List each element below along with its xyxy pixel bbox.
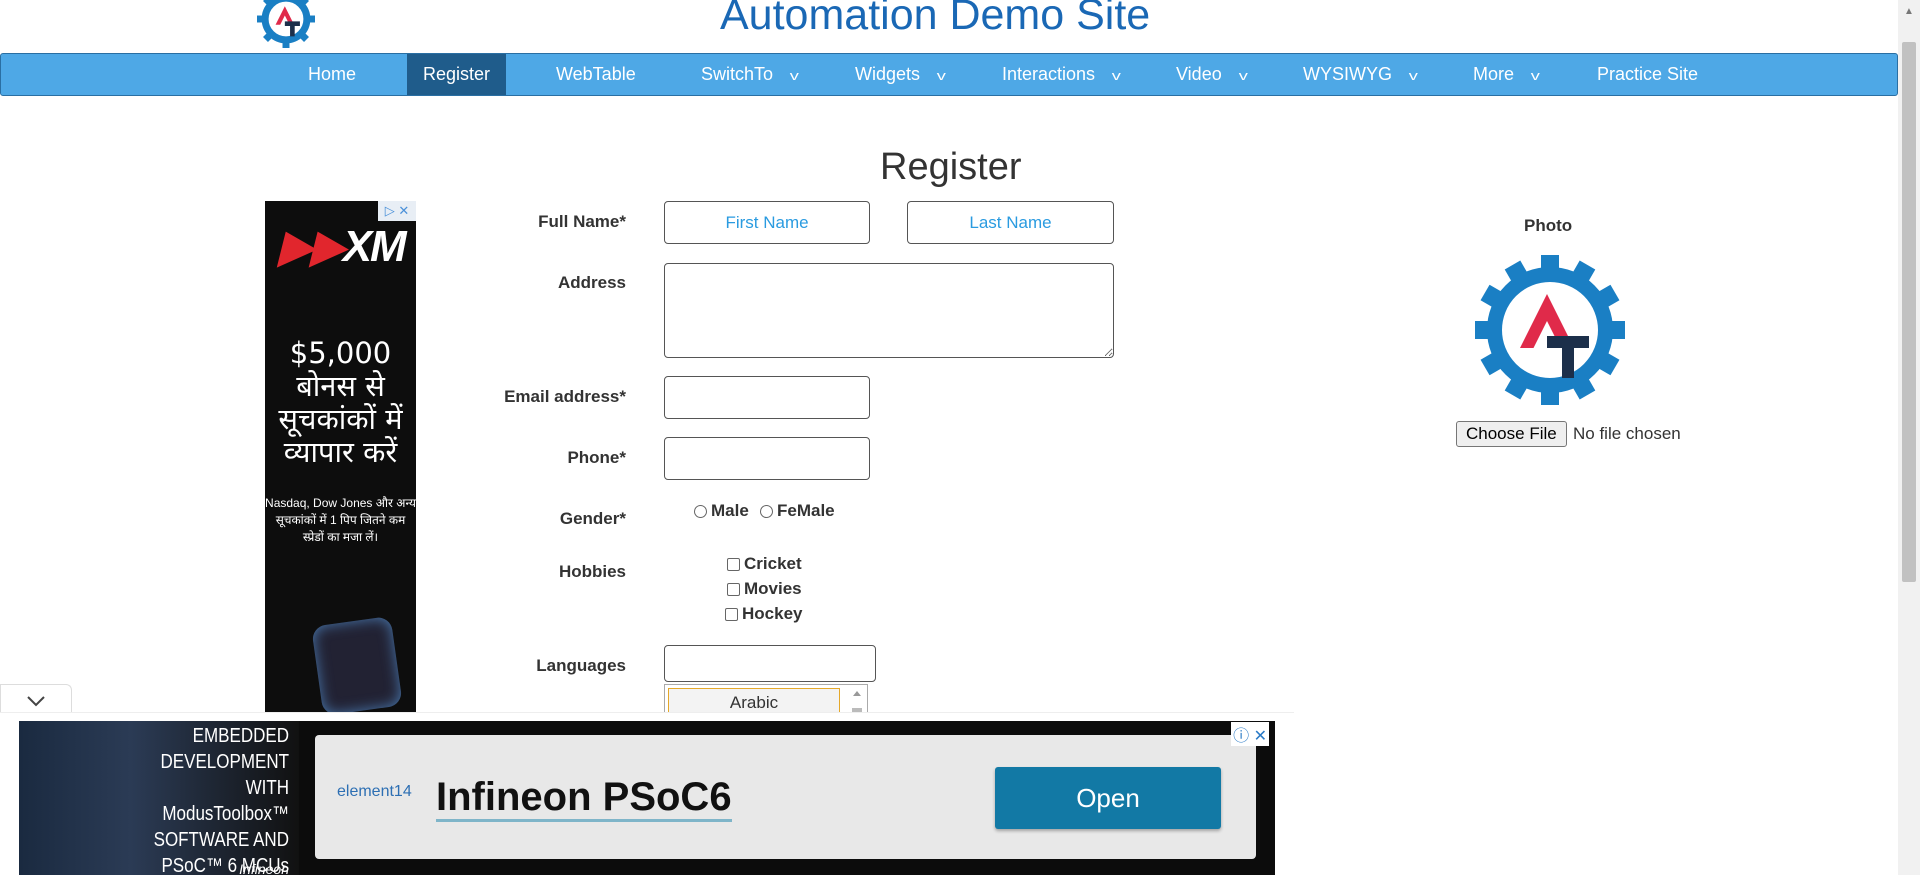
nav-widgets[interactable]: Widgets v	[855, 54, 946, 95]
ad-open-button[interactable]: Open	[995, 767, 1221, 829]
nav-switchto[interactable]: SwitchTo v	[701, 54, 799, 95]
scroll-up-icon[interactable]: ▲	[1904, 6, 1914, 17]
radio-icon[interactable]	[694, 505, 707, 518]
checkbox-icon[interactable]	[727, 583, 740, 596]
ad-headline: $5,000 बोनस से सूचकांकों में व्यापार करे…	[278, 336, 403, 469]
phone-label: Phone*	[567, 448, 626, 467]
page-scrollbar[interactable]: ▲	[1898, 0, 1920, 875]
languages-label: Languages	[536, 656, 626, 675]
ad-collapse-toggle[interactable]	[0, 684, 72, 714]
ad-body-text: Nasdaq, Dow Jones और अन्य सूचकांकों में …	[265, 496, 416, 544]
photo-label: Photo	[1524, 216, 1573, 235]
ad-info-close-icon[interactable]: ⓘ ✕	[1231, 722, 1269, 746]
hobbies-label: Hobbies	[558, 562, 626, 581]
chevron-down-icon: v	[1530, 68, 1540, 83]
ad-dice-image	[311, 615, 403, 716]
nav-webtable[interactable]: WebTable	[556, 54, 636, 95]
chevron-down-icon	[27, 696, 45, 707]
hobby-hockey-option[interactable]: Hockey	[725, 604, 802, 624]
radio-icon[interactable]	[760, 505, 773, 518]
chevron-down-icon: v	[789, 68, 799, 83]
photo-preview-logo	[1475, 255, 1625, 405]
nav-interactions[interactable]: Interactions v	[1002, 54, 1121, 95]
nav-practice-site[interactable]: Practice Site	[1597, 54, 1698, 95]
site-logo	[257, 0, 315, 48]
email-input[interactable]	[664, 376, 870, 419]
left-ad-banner[interactable]: ▷ ✕ ▶▶XM $5,000 बोनस से सूचकांकों में व्…	[265, 201, 416, 716]
email-label: Email address*	[504, 387, 626, 406]
nav-home[interactable]: Home	[308, 54, 356, 95]
nav-video[interactable]: Video v	[1176, 54, 1248, 95]
page-title: Register	[880, 146, 1022, 188]
file-status-text: No file chosen	[1573, 424, 1681, 443]
gender-female-option[interactable]: FeMale	[760, 501, 835, 521]
ad-headline[interactable]: Infineon PSoC6	[436, 775, 732, 822]
last-name-input[interactable]	[907, 201, 1114, 244]
nav-more[interactable]: More v	[1473, 54, 1540, 95]
full-name-label: Full Name*	[538, 212, 626, 231]
ad-brand-logo: ▶▶XM	[279, 222, 407, 271]
address-textarea[interactable]	[664, 263, 1114, 358]
chevron-down-icon: v	[936, 68, 946, 83]
site-title: Automation Demo Site	[720, 0, 1151, 39]
scrollbar-thumb[interactable]	[1902, 42, 1916, 582]
choose-file-button[interactable]: Choose File	[1456, 421, 1567, 447]
ad-image-text: EMBEDDED DEVELOPMENT WITH ModusToolbox™ …	[153, 725, 289, 875]
ad-image: EMBEDDED DEVELOPMENT WITH ModusToolbox™ …	[19, 721, 299, 875]
checkbox-icon[interactable]	[727, 558, 740, 571]
phone-input[interactable]	[664, 437, 870, 480]
nav-wysiwyg[interactable]: WYSIWYG v	[1303, 54, 1418, 95]
nav-register[interactable]: Register	[407, 54, 507, 95]
hobby-cricket-option[interactable]: Cricket	[727, 554, 802, 574]
chevron-down-icon: v	[1111, 68, 1121, 83]
chevron-down-icon: v	[1238, 68, 1248, 83]
chevron-down-icon: v	[1408, 68, 1418, 83]
languages-input[interactable]	[664, 645, 876, 682]
bottom-ad-banner[interactable]: EMBEDDED DEVELOPMENT WITH ModusToolbox™ …	[19, 721, 1275, 875]
ad-card[interactable]: element14 Infineon PSoC6 Open	[315, 735, 1256, 859]
address-label: Address	[557, 273, 626, 292]
main-navbar: Home Register WebTable SwitchTo v Widgets…	[0, 53, 1898, 96]
ad-image-brand: Infineon	[239, 861, 289, 875]
first-name-input[interactable]	[664, 201, 870, 244]
ad-sponsor-logo: element14	[337, 783, 412, 800]
gender-label: Gender*	[559, 509, 626, 528]
gender-male-option[interactable]: Male	[694, 501, 749, 521]
hobby-movies-option[interactable]: Movies	[727, 579, 802, 599]
checkbox-icon[interactable]	[725, 608, 738, 621]
